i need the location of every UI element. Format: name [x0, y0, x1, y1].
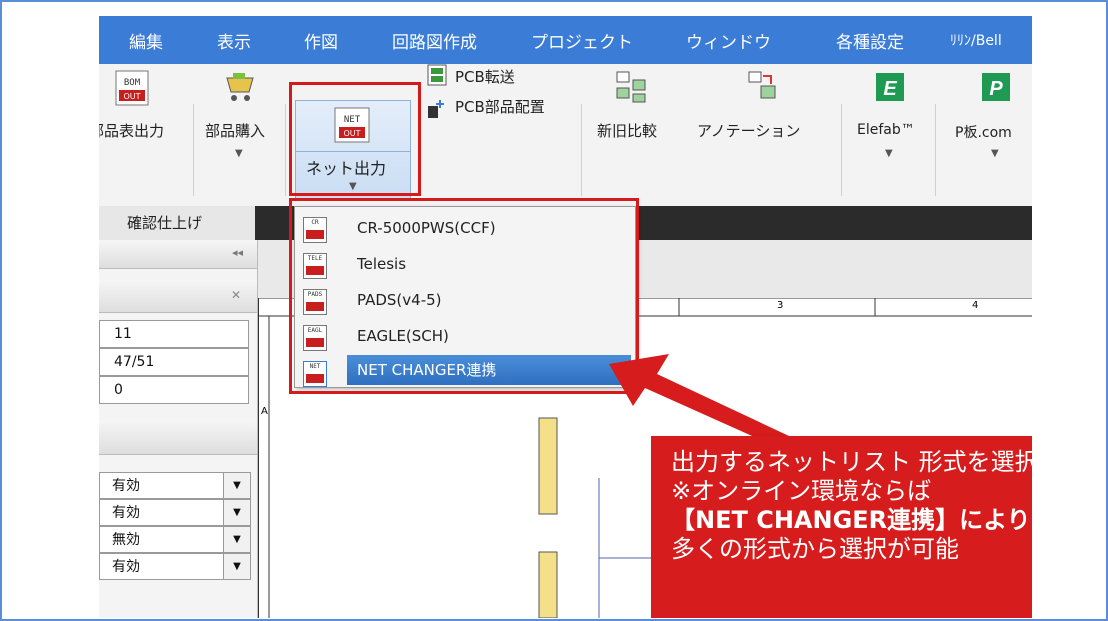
menu-settings[interactable]: 各種設定 [836, 28, 904, 53]
elefab-button[interactable]: E Elefab™ ▼ [847, 64, 931, 204]
menu-edit[interactable]: 編集 [129, 28, 163, 53]
menu-view[interactable]: 表示 [217, 28, 251, 53]
app-window: 編集 表示 作図 回路図作成 プロジェクト ウィンドウ 各種設定 ﾘﾘﾝ/Bel… [99, 16, 1032, 618]
compare-button[interactable]: 新旧比較 [589, 64, 673, 204]
menu-draw[interactable]: 作図 [304, 28, 338, 53]
chevron-down-icon[interactable]: ▼ [223, 500, 250, 525]
value-cell[interactable]: 0 [99, 376, 249, 404]
pboard-caret-icon: ▼ [991, 148, 999, 159]
svg-text:BOM: BOM [124, 78, 141, 88]
panel-section-header [99, 420, 257, 455]
column-label: 4 [972, 300, 979, 311]
value-cell[interactable]: 11 [99, 320, 249, 348]
callout-line: 出力するネットリスト 形式を選択 [671, 448, 1032, 476]
tab-finishing[interactable]: 確認仕上げ [99, 206, 255, 240]
callout-annotation: 出力するネットリスト 形式を選択 ※オンライン環境ならば 【NET CHANGE… [651, 436, 1032, 618]
enable-select[interactable]: 有効 ▼ [99, 553, 251, 580]
properties-panel: ◂◂ ✕ 11 47/51 0 有効 ▼ 有効 ▼ 無効 ▼ 有効 ▼ [99, 240, 258, 618]
callout-arrow [609, 354, 789, 448]
chevron-down-icon[interactable]: ▼ [223, 527, 250, 552]
menu-schematic[interactable]: 回路図作成 [392, 28, 477, 53]
pboard-label: P板.com [955, 125, 1012, 141]
row-label: A [261, 406, 268, 417]
svg-text:P: P [989, 78, 1003, 100]
pcb-transfer-button[interactable]: PCB転送 [425, 64, 575, 90]
elefab-caret-icon: ▼ [885, 148, 893, 159]
annotation-label: アノテーション [697, 122, 801, 140]
cart-icon [226, 73, 254, 101]
purchase-button[interactable]: 部品購入 ▼ [197, 64, 281, 204]
enable-select[interactable]: 無効 ▼ [99, 526, 251, 553]
highlight-dropdown [289, 198, 639, 394]
svg-text:OUT: OUT [123, 92, 140, 101]
collapse-icon[interactable]: ◂◂ [232, 246, 243, 259]
highlight-net-output [289, 82, 421, 196]
pcb-place-label: PCB部品配置 [455, 98, 545, 116]
pboard-button[interactable]: P P板.com ▼ [941, 64, 1032, 204]
pcb-place-icon [428, 100, 444, 118]
callout-line: 多くの形式から選択が可能 [671, 535, 959, 563]
enable-select[interactable]: 有効 ▼ [99, 472, 251, 499]
elefab-icon: E [876, 73, 904, 101]
callout-line: ※オンライン環境ならば [671, 477, 932, 505]
column-label: 3 [777, 300, 784, 311]
elefab-label: Elefab™ [857, 122, 915, 138]
pcb-transfer-label: PCB転送 [455, 68, 515, 86]
pcb-place-button[interactable]: PCB部品配置 [425, 94, 575, 120]
bom-label: 部品表出力 [99, 122, 165, 140]
bom-output-button[interactable]: BOM OUT 部品表出力 [99, 64, 191, 204]
compare-label: 新旧比較 [597, 122, 658, 140]
enable-select[interactable]: 有効 ▼ [99, 499, 251, 526]
panel-header: ◂◂ [99, 240, 257, 269]
pboard-icon: P [982, 73, 1010, 101]
callout-line: 【NET CHANGER連携】により [671, 506, 1031, 534]
menu-window[interactable]: ウィンドウ [686, 28, 771, 53]
purchase-label: 部品購入 [205, 122, 266, 140]
menu-bar: 編集 表示 作図 回路図作成 プロジェクト ウィンドウ 各種設定 ﾘﾘﾝ/Bel… [99, 16, 1032, 64]
pin-icon[interactable]: ✕ [231, 288, 241, 302]
compare-icon [616, 71, 646, 103]
ribbon: BOM OUT 部品表出力 部品購入 ▼ NET OUT [99, 64, 1032, 207]
menu-project[interactable]: プロジェクト [531, 28, 633, 53]
value-cell[interactable]: 47/51 [99, 348, 249, 376]
chevron-down-icon[interactable]: ▼ [223, 554, 250, 579]
pcb-transfer-icon [427, 64, 447, 86]
chevron-down-icon[interactable]: ▼ [223, 473, 250, 498]
panel-section-header: ✕ [99, 280, 257, 313]
menu-help[interactable]: ﾘﾘﾝ/Bell [950, 30, 1002, 50]
annotation-icon [748, 71, 776, 99]
annotation-button[interactable]: アノテーション [689, 64, 835, 204]
bom-out-icon: BOM OUT [115, 70, 149, 106]
svg-text:E: E [883, 78, 897, 100]
purchase-caret-icon: ▼ [235, 148, 243, 159]
